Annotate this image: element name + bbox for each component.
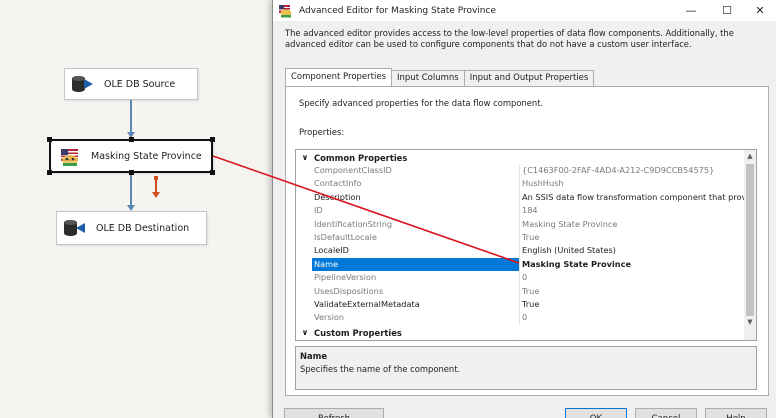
dialog-titlebar[interactable]: Advanced Editor for Masking State Provin…: [273, 0, 776, 21]
property-row[interactable]: Description An SSIS data flow transformat…: [312, 190, 746, 205]
property-name[interactable]: PipelineVersion: [312, 271, 520, 285]
category-custom-properties[interactable]: ∨ Custom Properties: [296, 326, 746, 339]
tab-input-columns[interactable]: Input Columns: [391, 70, 465, 86]
property-value[interactable]: Masking State Province: [520, 258, 746, 271]
component-masking-state-province[interactable]: Masking State Province: [47, 137, 215, 175]
dialog-title: Advanced Editor for Masking State Provin…: [299, 5, 496, 16]
data-flow-canvas[interactable]: OLE DB Source Masking State Province OLE…: [0, 0, 272, 418]
property-row[interactable]: ContactInfo HushHush: [312, 177, 746, 191]
property-name[interactable]: UserComponentTypeName: [312, 339, 520, 340]
database-source-icon: [70, 74, 96, 94]
property-row[interactable]: UsesDispositions True: [312, 284, 746, 298]
category-common-properties[interactable]: ∨ Common Properties: [296, 151, 746, 164]
component-label: Masking State Province: [91, 150, 202, 162]
tab-component-properties[interactable]: Component Properties: [285, 68, 393, 86]
property-name[interactable]: UsesDispositions: [312, 284, 520, 298]
property-row[interactable]: IsDefaultLocale True: [312, 231, 746, 245]
property-row[interactable]: ID 184: [312, 204, 746, 218]
data-path-connector[interactable]: [130, 100, 132, 132]
component-ole-db-source[interactable]: OLE DB Source: [64, 68, 198, 100]
close-button[interactable]: ✕: [743, 0, 776, 21]
masking-component-icon: [55, 146, 81, 166]
properties-label: Properties:: [299, 127, 345, 137]
property-row[interactable]: UserComponentTypeNameHushHush.Components…: [312, 339, 746, 340]
tab-strip: Component Properties Input Columns Input…: [285, 68, 595, 86]
property-value[interactable]: English (United States): [520, 244, 746, 257]
scrollbar-thumb[interactable]: [746, 164, 754, 316]
property-name[interactable]: Name: [312, 257, 520, 272]
collapse-chevron-icon[interactable]: ∨: [296, 153, 314, 162]
property-name[interactable]: ComponentClassID: [312, 164, 520, 178]
property-grid[interactable]: ∨ Common Properties ComponentClassID {C14…: [295, 149, 757, 341]
scroll-down-arrow-icon[interactable]: ▼: [744, 316, 756, 328]
cancel-button[interactable]: Cancel: [635, 408, 697, 418]
app-icon: [279, 4, 293, 18]
property-name[interactable]: ID: [312, 204, 520, 218]
resize-handle[interactable]: [210, 170, 215, 175]
property-row[interactable]: PipelineVersion 0: [312, 271, 746, 285]
property-value[interactable]: True: [520, 298, 746, 311]
property-value: 184: [522, 205, 538, 216]
property-value: 0: [522, 272, 528, 283]
maximize-button[interactable]: ☐: [710, 0, 744, 21]
property-name[interactable]: IdentificationString: [312, 217, 520, 231]
ok-button[interactable]: OK: [565, 408, 627, 418]
property-value[interactable]: An SSIS data flow transformation compone…: [520, 191, 746, 204]
property-value: HushHush: [522, 178, 564, 189]
property-help-pane: Name Specifies the name of the component…: [295, 346, 757, 390]
property-name[interactable]: IsDefaultLocale: [312, 231, 520, 245]
property-name[interactable]: LocaleID: [312, 244, 520, 258]
property-name[interactable]: Version: [312, 311, 520, 325]
panel-description: Specify advanced properties for the data…: [299, 98, 544, 108]
property-value: 0: [522, 312, 528, 323]
property-value: {C1463F00-2FAF-4AD4-A212-C9D9CCB54575}: [522, 165, 715, 175]
property-row[interactable]: Name Masking State Province: [312, 257, 746, 272]
category-label: Common Properties: [314, 152, 408, 163]
property-row[interactable]: IdentificationString Masking State Provin…: [312, 217, 746, 231]
help-text: Specifies the name of the component.: [300, 364, 461, 374]
error-output-arrowhead[interactable]: [152, 192, 160, 198]
resize-handle[interactable]: [129, 137, 134, 142]
property-value: True: [522, 285, 540, 296]
help-button[interactable]: Help: [705, 408, 767, 418]
component-label: OLE DB Destination: [96, 222, 190, 234]
property-row[interactable]: Version 0: [312, 311, 746, 325]
property-grid-scrollbar[interactable]: ▲ ▼: [744, 150, 756, 340]
database-destination-icon: [62, 218, 88, 238]
property-value: True: [522, 232, 540, 242]
property-row[interactable]: LocaleID English (United States): [312, 244, 746, 258]
property-name[interactable]: ValidateExternalMetadata: [312, 298, 520, 312]
help-title: Name: [300, 351, 328, 361]
scroll-up-arrow-icon[interactable]: ▲: [744, 150, 756, 162]
resize-handle[interactable]: [47, 137, 52, 142]
property-value: HushHush.Components.MaskingStateProvince…: [520, 339, 746, 340]
resize-handle[interactable]: [210, 137, 215, 142]
component-ole-db-destination[interactable]: OLE DB Destination: [56, 211, 207, 245]
advanced-editor-dialog: Advanced Editor for Masking State Provin…: [272, 0, 776, 418]
component-label: OLE DB Source: [104, 78, 176, 90]
minimize-button[interactable]: —: [674, 0, 708, 21]
collapse-chevron-icon[interactable]: ∨: [296, 328, 314, 337]
property-value: Masking State Province: [522, 218, 618, 229]
property-name[interactable]: Description: [312, 190, 520, 205]
error-output-connector[interactable]: [155, 180, 157, 192]
tab-input-output-properties[interactable]: Input and Output Properties: [463, 70, 595, 86]
category-label: Custom Properties: [314, 327, 402, 338]
resize-handle[interactable]: [47, 170, 52, 175]
property-name[interactable]: ContactInfo: [312, 177, 520, 191]
property-row[interactable]: ComponentClassID {C1463F00-2FAF-4AD4-A212…: [312, 164, 746, 178]
property-row[interactable]: ValidateExternalMetadata True: [312, 298, 746, 312]
data-path-connector[interactable]: [130, 175, 132, 205]
refresh-button[interactable]: Refresh: [284, 408, 384, 418]
dialog-intro-text: The advanced editor provides access to t…: [285, 28, 734, 49]
